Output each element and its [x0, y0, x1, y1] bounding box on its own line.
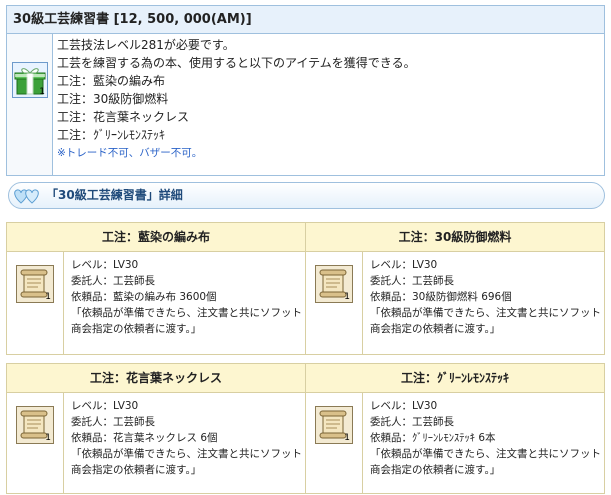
card-quote: 商会指定の依頼者に渡す。」	[71, 464, 202, 476]
scroll-icon[interactable]: 1	[315, 265, 353, 303]
card-quote: 「依頼品が準備できたら、注文書と共にソフット	[370, 307, 601, 319]
card-title: 工注：ｸﾞﾘｰﾝﾚﾓﾝｽﾃｯｷ	[306, 364, 604, 393]
item-line: 工芸技法レベル281が必要です。	[57, 38, 235, 52]
scroll-icon[interactable]: 1	[16, 265, 54, 303]
section-title: 「30級工芸練習書」詳細	[46, 188, 183, 202]
card-quote: 「依頼品が準備できたら、注文書と共にソフット	[370, 448, 601, 460]
card-level: レベル：LV30	[71, 400, 139, 412]
card-title: 工注：花言葉ネックレス	[7, 364, 305, 393]
item-quantity: 1	[39, 87, 45, 97]
item-line: 工芸を練習する為の本、使用すると以下のアイテムを獲得できる。	[57, 56, 416, 70]
quest-card: 工注：30級防御燃料 1 レベル：LV30 委託人：工芸師長 依頼品：30級防御…	[305, 222, 605, 355]
quest-card: 工注：ｸﾞﾘｰﾝﾚﾓﾝｽﾃｯｷ 1 レベル：LV30 委託人：工芸師長 依頼品：…	[305, 363, 605, 494]
scroll-icon[interactable]: 1	[16, 406, 54, 444]
card-level: レベル：LV30	[370, 259, 438, 271]
quest-card: 工注：藍染の編み布 1 レベル：LV30 委託人：工芸師長 依頼品：藍染の編み布…	[6, 222, 306, 355]
card-quantity: 1	[344, 433, 350, 443]
quest-card: 工注：花言葉ネックレス 1 レベル：LV30 委託人：工芸師長 依頼品：花言葉ネ…	[6, 363, 306, 494]
card-quote: 「依頼品が準備できたら、注文書と共にソフット	[71, 307, 302, 319]
card-details: レベル：LV30 委託人：工芸師長 依頼品：30級防御燃料 696個 「依頼品が…	[370, 257, 601, 337]
card-level: レベル：LV30	[370, 400, 438, 412]
card-details: レベル：LV30 委託人：工芸師長 依頼品：花言葉ネックレス 6個 「依頼品が準…	[71, 398, 302, 478]
item-line: 工注：ｸﾞﾘｰﾝﾚﾓﾝｽﾃｯｷ	[57, 128, 166, 142]
card-level: レベル：LV30	[71, 259, 139, 271]
card-client: 委託人：工芸師長	[71, 275, 155, 287]
card-quantity: 1	[45, 292, 51, 302]
card-title: 工注：藍染の編み布	[7, 223, 305, 252]
card-details: レベル：LV30 委託人：工芸師長 依頼品：藍染の編み布 3600個 「依頼品が…	[71, 257, 302, 337]
card-quantity: 1	[45, 433, 51, 443]
gift-box-icon[interactable]: 1	[12, 62, 48, 98]
card-client: 委託人：工芸師長	[370, 416, 454, 428]
card-request: 依頼品：藍染の編み布 3600個	[71, 291, 217, 303]
card-client: 委託人：工芸師長	[71, 416, 155, 428]
card-client: 委託人：工芸師長	[370, 275, 454, 287]
item-line: 工注：30級防御燃料	[57, 92, 169, 106]
item-icon-column	[7, 34, 53, 175]
item-line: 工注：花言葉ネックレス	[57, 110, 190, 124]
item-info-box: 30級工芸練習書 [12, 500, 000(AM)] 1 工芸技法レベル281…	[6, 5, 605, 176]
scroll-icon[interactable]: 1	[315, 406, 353, 444]
card-request: 依頼品：花言葉ネックレス 6個	[71, 432, 218, 444]
item-note: ※トレード不可、バザー不可。	[57, 147, 203, 159]
card-quote: 商会指定の依頼者に渡す。」	[71, 323, 202, 335]
item-description: 工芸技法レベル281が必要です。 工芸を練習する為の本、使用すると以下のアイテム…	[57, 36, 592, 162]
card-details: レベル：LV30 委託人：工芸師長 依頼品：ｸﾞﾘｰﾝﾚﾓﾝｽﾃｯｷ 6本 「依…	[370, 398, 601, 478]
card-request: 依頼品：ｸﾞﾘｰﾝﾚﾓﾝｽﾃｯｷ 6本	[370, 432, 496, 444]
card-quantity: 1	[344, 292, 350, 302]
card-quote: 商会指定の依頼者に渡す。」	[370, 464, 501, 476]
item-title: 30級工芸練習書 [12, 500, 000(AM)]	[7, 6, 604, 34]
item-line: 工注：藍染の編み布	[57, 74, 166, 88]
card-title: 工注：30級防御燃料	[306, 223, 604, 252]
double-heart-icon	[12, 187, 42, 205]
card-quote: 商会指定の依頼者に渡す。」	[370, 323, 501, 335]
card-quote: 「依頼品が準備できたら、注文書と共にソフット	[71, 448, 302, 460]
card-request: 依頼品：30級防御燃料 696個	[370, 291, 512, 303]
